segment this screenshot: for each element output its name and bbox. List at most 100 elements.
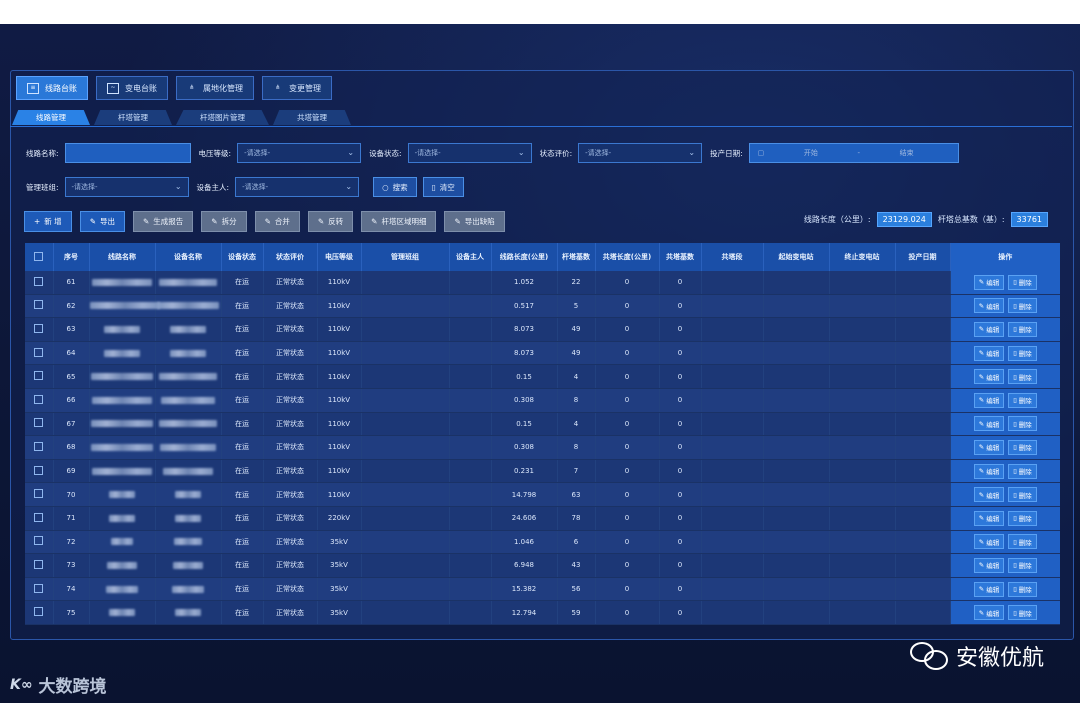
delete-button[interactable]: ▯ 删除 [1008, 534, 1037, 550]
table-row[interactable]: 74 在运 正常状态 35kV 15.382 56 0 0 ✎ 编辑 ▯ 删除 [25, 577, 1060, 602]
edit-button[interactable]: ✎ 编辑 [973, 321, 1005, 337]
generate-report-button[interactable]: ✎ 生成报告 [132, 211, 194, 232]
delete-button[interactable]: ▯ 删除 [1008, 463, 1037, 479]
export-defect-button[interactable]: ✎ 导出缺陷 [444, 211, 505, 232]
tower-total-value: 33761 [1010, 212, 1048, 227]
date-start[interactable]: 开始 [804, 148, 818, 158]
delete-button[interactable]: ▯ 删除 [1008, 345, 1037, 361]
delete-button[interactable]: ▯ 删除 [1008, 298, 1037, 314]
main-tab-change-management[interactable]: ⋔ 变更管理 [262, 76, 332, 100]
table-row[interactable]: 70 在运 正常状态 110kV 14.798 63 0 0 ✎ 编辑 ▯ 删除 [25, 482, 1060, 507]
edit-button[interactable]: ✎ 编辑 [973, 274, 1005, 290]
row-checkbox[interactable] [25, 317, 54, 342]
table-row[interactable]: 68 在运 正常状态 110kV 0.308 8 0 0 ✎ 编辑 ▯ 删除 [25, 435, 1060, 460]
delete-button[interactable]: ▯ 删除 [1008, 510, 1037, 526]
table-row[interactable]: 73 在运 正常状态 35kV 6.948 43 0 0 ✎ 编辑 ▯ 删除 [25, 553, 1060, 578]
date-end[interactable]: 结束 [900, 148, 914, 158]
line-name-input[interactable] [64, 143, 191, 163]
export-button[interactable]: ✎ 导出 [79, 211, 125, 232]
delete-button[interactable]: ▯ 删除 [1008, 557, 1037, 573]
edit-button[interactable]: ✎ 编辑 [973, 298, 1005, 314]
edit-button[interactable]: ✎ 编辑 [973, 557, 1005, 573]
edit-button[interactable]: ✎ 编辑 [973, 534, 1005, 550]
select-all-checkbox[interactable] [25, 243, 54, 271]
commission-date-label: 投产日期: [710, 148, 743, 158]
edit-button[interactable]: ✎ 编辑 [973, 605, 1005, 621]
sub-tab-shared-tower-management[interactable]: 共塔管理 [273, 110, 351, 125]
row-checkbox[interactable] [25, 412, 54, 437]
cell-start-substation [763, 294, 830, 319]
edit-button[interactable]: ✎ 编辑 [973, 463, 1005, 479]
edit-icon: ✎ [978, 349, 985, 358]
clear-button[interactable]: ▯ 清空 [422, 177, 464, 197]
edit-button[interactable]: ✎ 编辑 [973, 416, 1005, 432]
cell-towers: 78 [557, 506, 596, 531]
row-checkbox[interactable] [25, 553, 54, 578]
row-checkbox[interactable] [25, 577, 54, 602]
team-select[interactable]: -请选择- ⌄ [64, 177, 189, 197]
edit-button[interactable]: ✎ 编辑 [973, 581, 1005, 597]
delete-button[interactable]: ▯ 删除 [1008, 581, 1037, 597]
edit-button[interactable]: ✎ 编辑 [973, 510, 1005, 526]
row-checkbox[interactable] [25, 364, 54, 389]
edit-button[interactable]: ✎ 编辑 [973, 345, 1005, 361]
tower-area-detail-button[interactable]: ✎ 杆塔区域明细 [361, 211, 437, 232]
merge-button[interactable]: ✎ 合并 [254, 211, 300, 232]
edit-button[interactable]: ✎ 编辑 [973, 369, 1005, 385]
main-tab-substation-ledger[interactable]: ~ 变电台账 [96, 76, 168, 100]
sub-tab-tower-image-management[interactable]: 杆塔图片管理 [176, 110, 269, 125]
table-row[interactable]: 66 在运 正常状态 110kV 0.308 8 0 0 ✎ 编辑 ▯ 删除 [25, 388, 1060, 413]
row-checkbox[interactable] [25, 600, 54, 625]
delete-button[interactable]: ▯ 删除 [1008, 439, 1037, 455]
row-checkbox[interactable] [25, 388, 54, 413]
cell-shared-count: 0 [659, 435, 702, 460]
voltage-select[interactable]: -请选择- ⌄ [237, 143, 362, 163]
table-row[interactable]: 67 在运 正常状态 110kV 0.15 4 0 0 ✎ 编辑 ▯ 删除 [25, 412, 1060, 437]
row-checkbox[interactable] [25, 341, 54, 366]
chevron-down-icon: ⌄ [347, 148, 355, 157]
table-row[interactable]: 75 在运 正常状态 35kV 12.794 59 0 0 ✎ 编辑 ▯ 删除 [25, 600, 1060, 625]
edit-button[interactable]: ✎ 编辑 [973, 487, 1005, 503]
row-checkbox[interactable] [25, 271, 54, 295]
table-row[interactable]: 61 在运 正常状态 110kV 1.052 22 0 0 ✎ 编辑 ▯ 删除 [25, 271, 1060, 295]
status-eval-select[interactable]: -请选择- ⌄ [578, 143, 703, 163]
delete-button[interactable]: ▯ 删除 [1008, 487, 1037, 503]
split-button[interactable]: ✎ 拆分 [201, 211, 247, 232]
cell-device-status: 在运 [221, 600, 264, 625]
row-checkbox[interactable] [25, 482, 54, 507]
owner-select[interactable]: -请选择- ⌄ [235, 177, 360, 197]
edit-button[interactable]: ✎ 编辑 [973, 439, 1005, 455]
row-checkbox[interactable] [25, 435, 54, 460]
delete-button[interactable]: ▯ 删除 [1008, 369, 1037, 385]
table-row[interactable]: 69 在运 正常状态 110kV 0.231 7 0 0 ✎ 编辑 ▯ 删除 [25, 459, 1060, 484]
cell-team [361, 459, 450, 484]
sub-tab-line-management[interactable]: 线路管理 [12, 110, 90, 125]
row-checkbox[interactable] [25, 530, 54, 555]
sub-tab-tower-management[interactable]: 杆塔管理 [94, 110, 172, 125]
add-button[interactable]: + 新 增 [24, 211, 72, 232]
table-row[interactable]: 72 在运 正常状态 35kV 1.046 6 0 0 ✎ 编辑 ▯ 删除 [25, 530, 1060, 555]
table-row[interactable]: 71 在运 正常状态 220kV 24.606 78 0 0 ✎ 编辑 ▯ 删除 [25, 506, 1060, 531]
main-tab-line-ledger[interactable]: ≡ 线路台账 [16, 76, 88, 100]
search-button[interactable]: ○ 搜索 [373, 177, 417, 197]
row-checkbox[interactable] [25, 294, 54, 319]
main-tab-localization[interactable]: ⋔ 属地化管理 [176, 76, 254, 100]
table-row[interactable]: 63 在运 正常状态 110kV 8.073 49 0 0 ✎ 编辑 ▯ 删除 [25, 317, 1060, 342]
delete-button[interactable]: ▯ 删除 [1008, 321, 1037, 337]
device-status-select[interactable]: -请选择- ⌄ [407, 143, 532, 163]
row-checkbox[interactable] [25, 459, 54, 484]
checkbox-icon [34, 512, 44, 522]
reverse-button[interactable]: ✎ 反转 [307, 211, 354, 232]
redacted-text [109, 491, 135, 499]
row-checkbox[interactable] [25, 506, 54, 531]
delete-button[interactable]: ▯ 删除 [1008, 274, 1037, 290]
commission-date-range[interactable]: ▢ 开始 - 结束 [748, 143, 959, 163]
delete-button[interactable]: ▯ 删除 [1008, 605, 1037, 621]
delete-button[interactable]: ▯ 删除 [1008, 392, 1037, 408]
table-row[interactable]: 64 在运 正常状态 110kV 8.073 49 0 0 ✎ 编辑 ▯ 删除 [25, 341, 1060, 366]
chevron-down-icon: ⌄ [688, 148, 696, 157]
edit-button[interactable]: ✎ 编辑 [973, 392, 1005, 408]
table-row[interactable]: 62 在运 正常状态 110kV 0.517 5 0 0 ✎ 编辑 ▯ 删除 [25, 294, 1060, 319]
delete-button[interactable]: ▯ 删除 [1008, 416, 1037, 432]
table-row[interactable]: 65 在运 正常状态 110kV 0.15 4 0 0 ✎ 编辑 ▯ 删除 [25, 364, 1060, 389]
